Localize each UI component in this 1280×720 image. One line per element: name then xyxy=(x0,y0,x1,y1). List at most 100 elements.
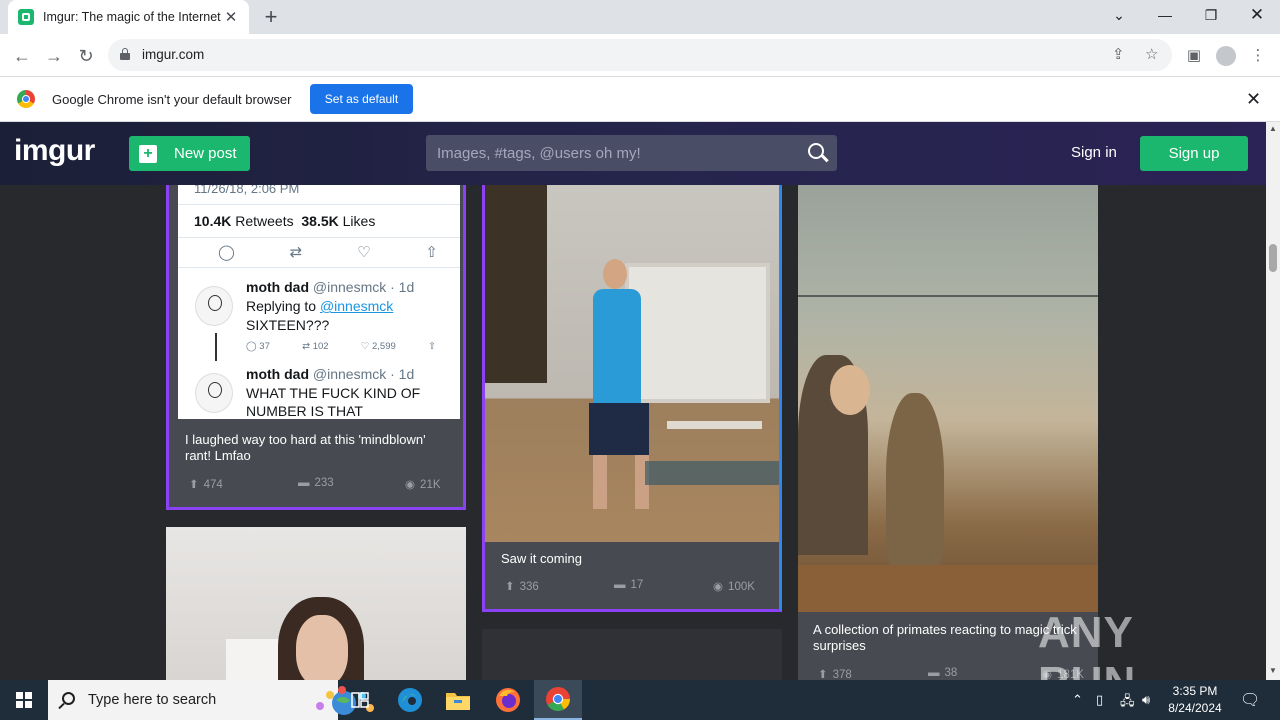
upvote-count: ⬆ 474 xyxy=(189,479,223,491)
set-as-default-button[interactable]: Set as default xyxy=(310,84,413,114)
comment-count: ▬ 17 xyxy=(614,579,644,591)
post-title[interactable]: Saw it coming xyxy=(501,551,761,567)
taskbar-clock[interactable]: 3:35 PM 8/24/2024 xyxy=(1160,683,1230,717)
notifications-icon[interactable]: 🗨︎ xyxy=(1240,690,1260,710)
anyrun-watermark: ANY RUN xyxy=(1038,608,1135,707)
post-image-tweet: 11/26/18, 2:06 PM 10.4K Retweets 38.5K L… xyxy=(178,185,460,419)
address-bar[interactable]: imgur.com ⇪ ☆ xyxy=(108,39,1172,71)
gallery-grid: 11/26/18, 2:06 PM 10.4K Retweets 38.5K L… xyxy=(0,185,1266,680)
plus-icon: + xyxy=(139,144,157,163)
tray-device-icon[interactable]: ▯ xyxy=(1096,692,1103,708)
reply-icon: ◯ xyxy=(218,244,235,261)
post-video-thumbnail[interactable] xyxy=(485,185,779,542)
eye-icon: ◉ xyxy=(405,479,416,491)
page-scrollbar[interactable]: ▲ ▼ xyxy=(1266,122,1280,680)
imgur-favicon-icon xyxy=(18,9,34,25)
retweet-icon: ⇄ xyxy=(289,244,303,261)
windows-logo-icon xyxy=(16,692,32,708)
infobar-message: Google Chrome isn't your default browser xyxy=(52,92,292,107)
scroll-down-icon[interactable]: ▼ xyxy=(1266,664,1280,678)
tab-title: Imgur: The magic of the Internet xyxy=(43,10,221,24)
comment-icon: ▬ xyxy=(298,477,310,489)
tweet-text: WHAT THE FUCK KIND OF xyxy=(246,385,421,401)
search-input[interactable] xyxy=(426,135,796,171)
minimize-button[interactable]: — xyxy=(1142,0,1188,30)
new-post-label: New post xyxy=(174,145,237,162)
clock-date: 8/24/2024 xyxy=(1168,701,1222,715)
clock-time: 3:35 PM xyxy=(1172,684,1218,698)
restore-button[interactable]: ❐ xyxy=(1188,0,1234,30)
chrome-taskbar-icon[interactable] xyxy=(534,680,582,720)
sign-in-link[interactable]: Sign in xyxy=(1071,144,1117,161)
tweet-actions: ◯ ⇄ ♡ ⇧ xyxy=(218,243,438,261)
lock-icon xyxy=(120,48,130,60)
post-title[interactable]: I laughed way too hard at this 'mindblow… xyxy=(185,432,455,464)
new-tab-button[interactable]: + xyxy=(258,4,284,30)
file-explorer-icon[interactable] xyxy=(434,680,482,720)
tweet-date: 11/26/18, 2:06 PM xyxy=(194,185,300,196)
forward-button[interactable]: → xyxy=(40,42,68,70)
tweet-text: SIXTEEN??? xyxy=(246,317,330,333)
bookmark-star-icon[interactable]: ☆ xyxy=(1145,45,1158,63)
infobar-close-icon[interactable]: ✕ xyxy=(1246,89,1261,110)
volume-icon[interactable]: 🔊︎ xyxy=(1142,692,1150,708)
default-browser-infobar: Google Chrome isn't your default browser… xyxy=(0,77,1280,122)
avatar xyxy=(195,286,233,326)
post-card[interactable]: Saw it coming ⬆ 336 ▬ 17 ◉ 100K xyxy=(482,185,782,612)
tweet-author: moth dad @innesmck · 1d xyxy=(246,366,415,382)
url-text: imgur.com xyxy=(142,47,205,62)
share-icon: ⇧ xyxy=(425,244,438,261)
tweet-author: moth dad @innesmck · 1d xyxy=(246,279,415,295)
tab-imgur[interactable]: Imgur: The magic of the Internet ✕ xyxy=(8,0,249,34)
new-post-button[interactable]: + New post xyxy=(129,136,250,171)
menu-kebab-icon[interactable]: ⋮ xyxy=(1244,42,1272,70)
back-button[interactable]: ← xyxy=(8,42,36,70)
firefox-icon[interactable] xyxy=(484,680,532,720)
search-icon xyxy=(62,692,75,705)
chrome-logo-icon xyxy=(17,90,35,108)
upvote-icon: ⬆ xyxy=(818,669,828,680)
browser-toolbar: ← → ↻ imgur.com ⇪ ☆ ▣ ⋮ xyxy=(0,34,1280,77)
tab-strip: Imgur: The magic of the Internet ✕ + ⌄ —… xyxy=(0,0,1280,34)
upvote-icon: ⬆ xyxy=(189,479,199,491)
scroll-up-icon[interactable]: ▲ xyxy=(1266,122,1280,136)
tweet-stats: 10.4K Retweets 38.5K Likes xyxy=(194,213,376,229)
tray-chevron-icon[interactable]: ⌃ xyxy=(1072,692,1083,708)
tab-search-chevron-icon[interactable]: ⌄ xyxy=(1096,0,1142,30)
post-card[interactable]: 11/26/18, 2:06 PM 10.4K Retweets 38.5K L… xyxy=(166,185,466,510)
comment-count: ▬ 38 xyxy=(928,667,958,679)
network-icon[interactable]: 🖧 xyxy=(1120,692,1135,714)
comment-icon: ▬ xyxy=(614,579,626,591)
search-icon[interactable] xyxy=(808,143,829,163)
post-video-thumbnail[interactable] xyxy=(798,185,1098,612)
view-count: ◉ 100K xyxy=(713,581,755,593)
tweet-mini-stats: ◯ 37 ⇄ 102 ♡ 2,599 ⇧ xyxy=(246,341,436,352)
view-count: ◉ 21K xyxy=(405,479,441,491)
eye-icon: ◉ xyxy=(713,581,724,593)
taskbar-search-box[interactable]: Type here to search xyxy=(48,680,374,720)
profile-avatar-icon[interactable] xyxy=(1216,46,1236,66)
share-icon[interactable]: ⇪ xyxy=(1112,45,1125,63)
avatar xyxy=(195,373,233,413)
tab-close-icon[interactable]: ✕ xyxy=(223,8,239,26)
start-button[interactable] xyxy=(0,680,48,720)
imgur-header: imgur + New post Sign in Sign up xyxy=(0,122,1266,185)
post-card-loading[interactable] xyxy=(482,629,782,680)
close-window-button[interactable]: ✕ xyxy=(1234,0,1280,30)
tweet-replying: Replying to @innesmck xyxy=(246,298,394,314)
imgur-logo[interactable]: imgur xyxy=(14,134,95,168)
edge-browser-icon[interactable] xyxy=(386,680,434,720)
scrollbar-thumb[interactable] xyxy=(1269,244,1277,272)
search-bar xyxy=(426,135,837,171)
side-panel-icon[interactable]: ▣ xyxy=(1180,42,1208,70)
taskbar-search-placeholder: Type here to search xyxy=(88,692,217,708)
upvote-count: ⬆ 378 xyxy=(818,669,852,680)
task-view-icon[interactable] xyxy=(336,680,384,720)
comment-count: ▬ 233 xyxy=(298,477,334,489)
sign-up-button[interactable]: Sign up xyxy=(1140,136,1248,171)
comment-icon: ▬ xyxy=(928,667,940,679)
post-card[interactable] xyxy=(166,527,466,680)
post-image-thumbnail[interactable] xyxy=(166,527,466,680)
reload-button[interactable]: ↻ xyxy=(72,42,100,70)
post-card[interactable]: A collection of primates reacting to mag… xyxy=(798,185,1098,680)
